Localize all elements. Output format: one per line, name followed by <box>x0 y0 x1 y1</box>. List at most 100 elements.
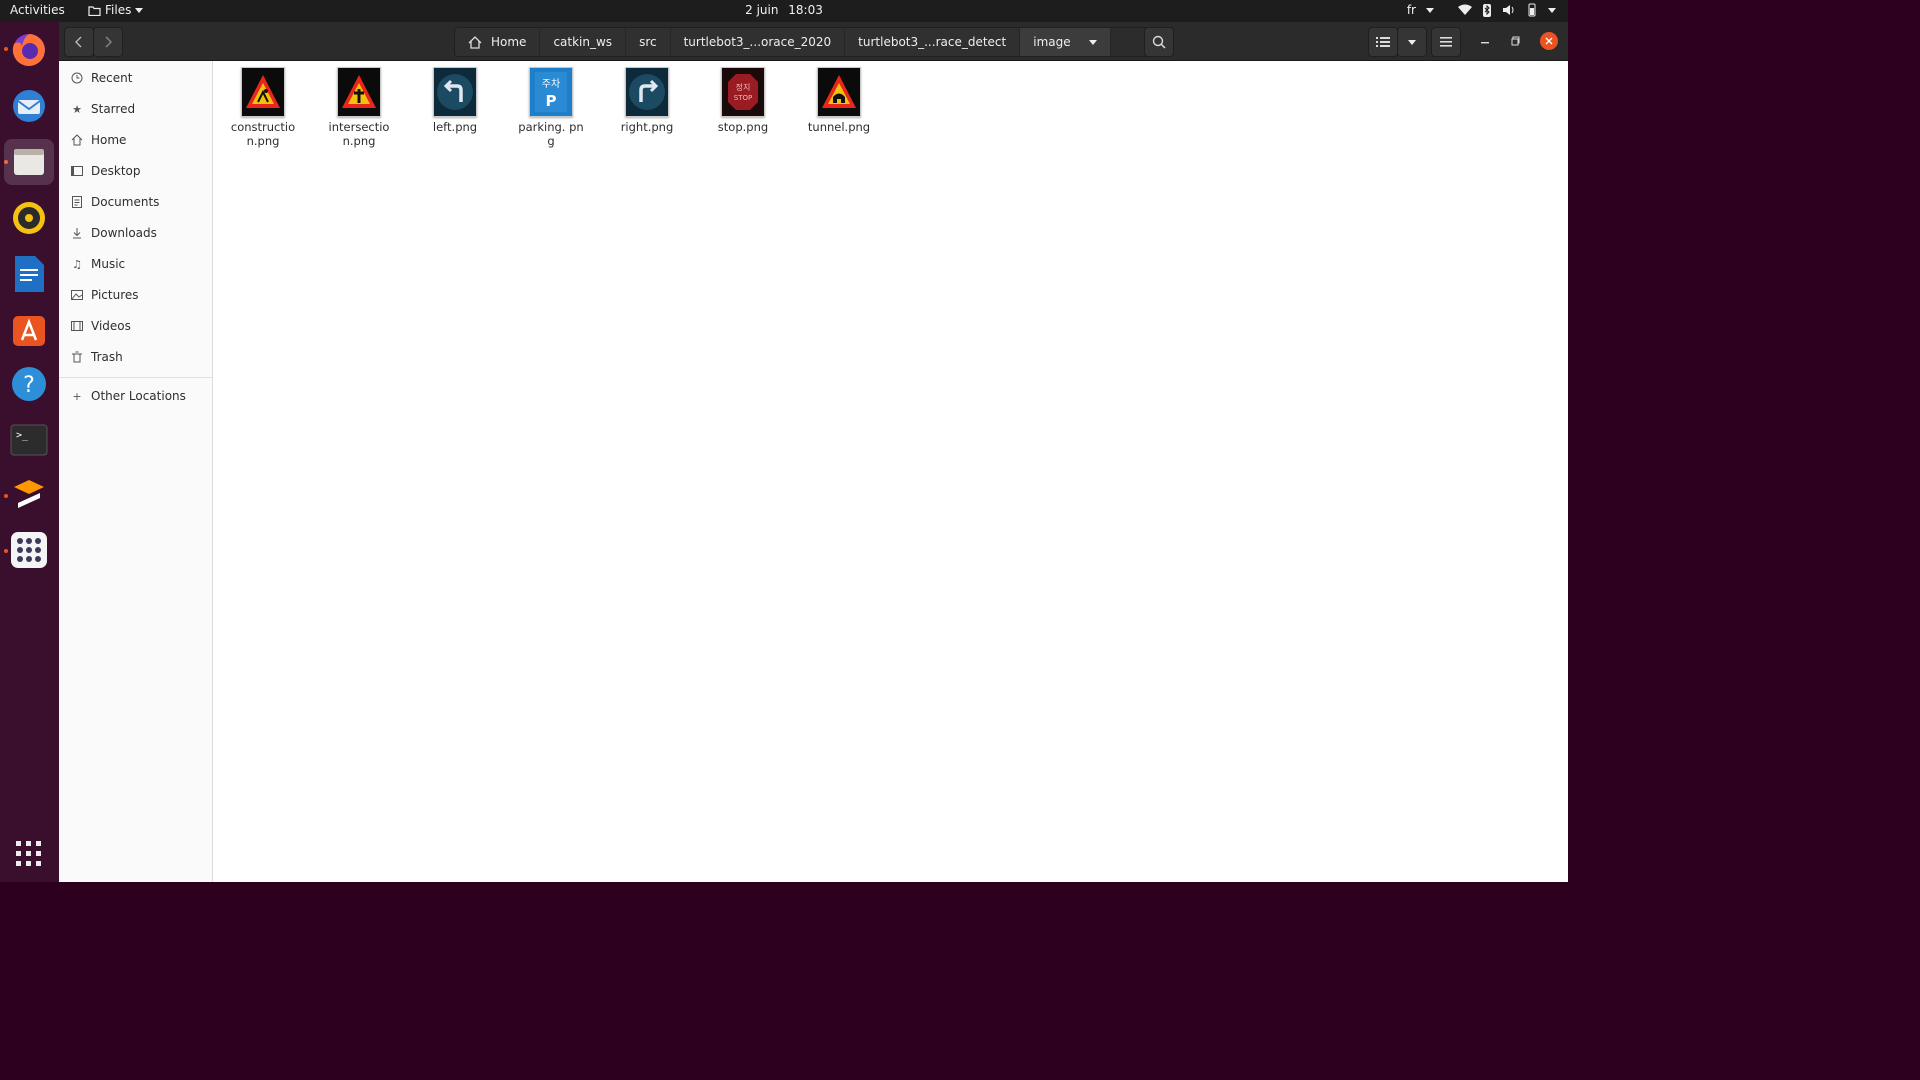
sidebar-item-label: Starred <box>91 102 136 116</box>
crumb-label: src <box>639 35 657 49</box>
file-item[interactable]: right.png <box>605 67 689 134</box>
svg-text:주차: 주차 <box>542 78 560 90</box>
sublime-icon[interactable] <box>9 474 49 514</box>
hamburger-icon <box>1440 37 1452 47</box>
file-name: left.png <box>432 120 478 134</box>
app-menu-label: Files <box>105 3 132 17</box>
chevron-down-icon <box>1088 39 1097 45</box>
crumb-label: turtlebot3_...race_detect <box>858 35 1007 49</box>
sidebar-item-trash[interactable]: Trash <box>59 342 212 372</box>
crumb-label: turtlebot3_...orace_2020 <box>683 35 832 49</box>
system-tray[interactable]: fr <box>1407 3 1556 17</box>
sidebar-item-label: Trash <box>91 350 123 364</box>
maximize-button[interactable] <box>1506 31 1526 51</box>
plus-icon: + <box>72 389 82 403</box>
crumb-image[interactable]: image <box>1020 28 1111 56</box>
apps-grid-icon[interactable] <box>9 530 49 570</box>
sidebar-item-videos[interactable]: Videos <box>59 311 212 341</box>
right-arrow-thumbnail <box>625 67 669 117</box>
top-bar: Activities Files 2 juin 18:03 fr <box>0 0 1568 22</box>
close-button[interactable] <box>1540 32 1558 50</box>
thunderbird-icon[interactable] <box>9 86 49 126</box>
app-menu-files[interactable]: Files <box>88 3 144 17</box>
crumb-catkin-ws[interactable]: catkin_ws <box>540 28 627 56</box>
file-grid: constructio n.png intersectio n.png left… <box>213 61 1568 882</box>
file-item[interactable]: tunnel.png <box>797 67 881 134</box>
warning-sign-thumbnail <box>817 67 861 117</box>
left-arrow-thumbnail <box>433 67 477 117</box>
software-icon[interactable] <box>9 309 49 349</box>
document-icon <box>70 196 84 208</box>
search-button[interactable] <box>1144 27 1174 57</box>
chevron-down-icon <box>1548 7 1556 13</box>
close-icon <box>1545 37 1553 45</box>
chevron-left-icon <box>75 36 82 48</box>
sidebar-item-home[interactable]: Home <box>59 125 212 155</box>
sidebar-item-starred[interactable]: ★ Starred <box>59 94 212 124</box>
view-options-button[interactable] <box>1397 27 1427 57</box>
language-indicator[interactable]: fr <box>1407 3 1416 17</box>
time-label: 18:03 <box>788 3 823 17</box>
sidebar-item-label: Home <box>91 133 127 147</box>
sidebar-item-other-locations[interactable]: + Other Locations <box>59 381 212 411</box>
svg-text:?: ? <box>23 373 35 398</box>
breadcrumb: Home catkin_ws src turtlebot3_...orace_2… <box>454 27 1174 57</box>
sidebar-item-documents[interactable]: Documents <box>59 187 212 217</box>
svg-text:P: P <box>546 92 557 110</box>
file-name: stop.png <box>717 120 769 134</box>
terminal-icon[interactable]: >_ <box>9 420 49 460</box>
back-button[interactable] <box>64 27 94 57</box>
rhythmbox-icon[interactable] <box>9 198 49 238</box>
sidebar-item-downloads[interactable]: Downloads <box>59 218 212 248</box>
chevron-down-icon <box>1408 39 1416 45</box>
activities-button[interactable]: Activities <box>10 3 65 17</box>
volume-icon <box>1503 5 1514 15</box>
picture-icon <box>70 289 84 301</box>
sidebar-item-label: Other Locations <box>91 389 186 403</box>
file-name: intersectio n.png <box>328 120 390 148</box>
files-icon[interactable] <box>4 139 54 185</box>
view-list-button[interactable] <box>1368 27 1398 57</box>
crumb-turtlebot3-orace[interactable]: turtlebot3_...orace_2020 <box>671 28 846 56</box>
file-name: right.png <box>620 120 674 134</box>
sidebar-item-label: Documents <box>91 195 160 209</box>
trash-icon <box>70 351 84 363</box>
warning-sign-thumbnail <box>241 67 285 117</box>
clock[interactable]: 2 juin 18:03 <box>0 3 1568 17</box>
list-view-icon <box>1376 37 1390 47</box>
firefox-icon[interactable] <box>9 30 49 70</box>
crumb-label: image <box>1033 35 1071 49</box>
sidebar-item-music[interactable]: ♫ Music <box>59 249 212 279</box>
sidebar-item-label: Music <box>91 257 126 271</box>
dock: ? >_ <box>0 22 59 882</box>
main-menu-button[interactable] <box>1431 27 1461 57</box>
sidebar-item-desktop[interactable]: Desktop <box>59 156 212 186</box>
star-icon: ★ <box>72 102 82 116</box>
music-icon: ♫ <box>72 257 82 271</box>
file-item[interactable]: 정지 STOP stop.png <box>701 67 785 134</box>
file-item[interactable]: left.png <box>413 67 497 134</box>
file-item[interactable]: intersectio n.png <box>317 67 401 148</box>
sidebar-item-recent[interactable]: Recent <box>59 63 212 93</box>
minimize-button[interactable] <box>1475 31 1495 51</box>
file-item[interactable]: 주차 P parking. png <box>509 67 593 148</box>
show-applications-icon[interactable] <box>9 834 49 874</box>
help-icon[interactable]: ? <box>9 364 49 404</box>
forward-button[interactable] <box>93 27 123 57</box>
bluetooth-icon <box>1483 3 1491 17</box>
file-item[interactable]: constructio n.png <box>221 67 305 148</box>
sidebar-divider <box>59 377 212 378</box>
crumb-home[interactable]: Home <box>455 28 541 56</box>
download-icon <box>70 227 84 239</box>
writer-icon[interactable] <box>9 254 49 294</box>
home-icon <box>70 134 84 146</box>
desktop-icon <box>70 165 84 177</box>
search-icon <box>1152 35 1166 49</box>
sidebar-item-pictures[interactable]: Pictures <box>59 280 212 310</box>
svg-text:정지: 정지 <box>736 82 751 92</box>
sidebar-item-label: Downloads <box>91 226 157 240</box>
battery-icon <box>1528 3 1536 17</box>
crumb-src[interactable]: src <box>626 28 671 56</box>
crumb-turtlebot3-race-detect[interactable]: turtlebot3_...race_detect <box>845 28 1021 56</box>
sidebar: Recent ★ Starred Home Desktop Documents … <box>59 61 213 882</box>
